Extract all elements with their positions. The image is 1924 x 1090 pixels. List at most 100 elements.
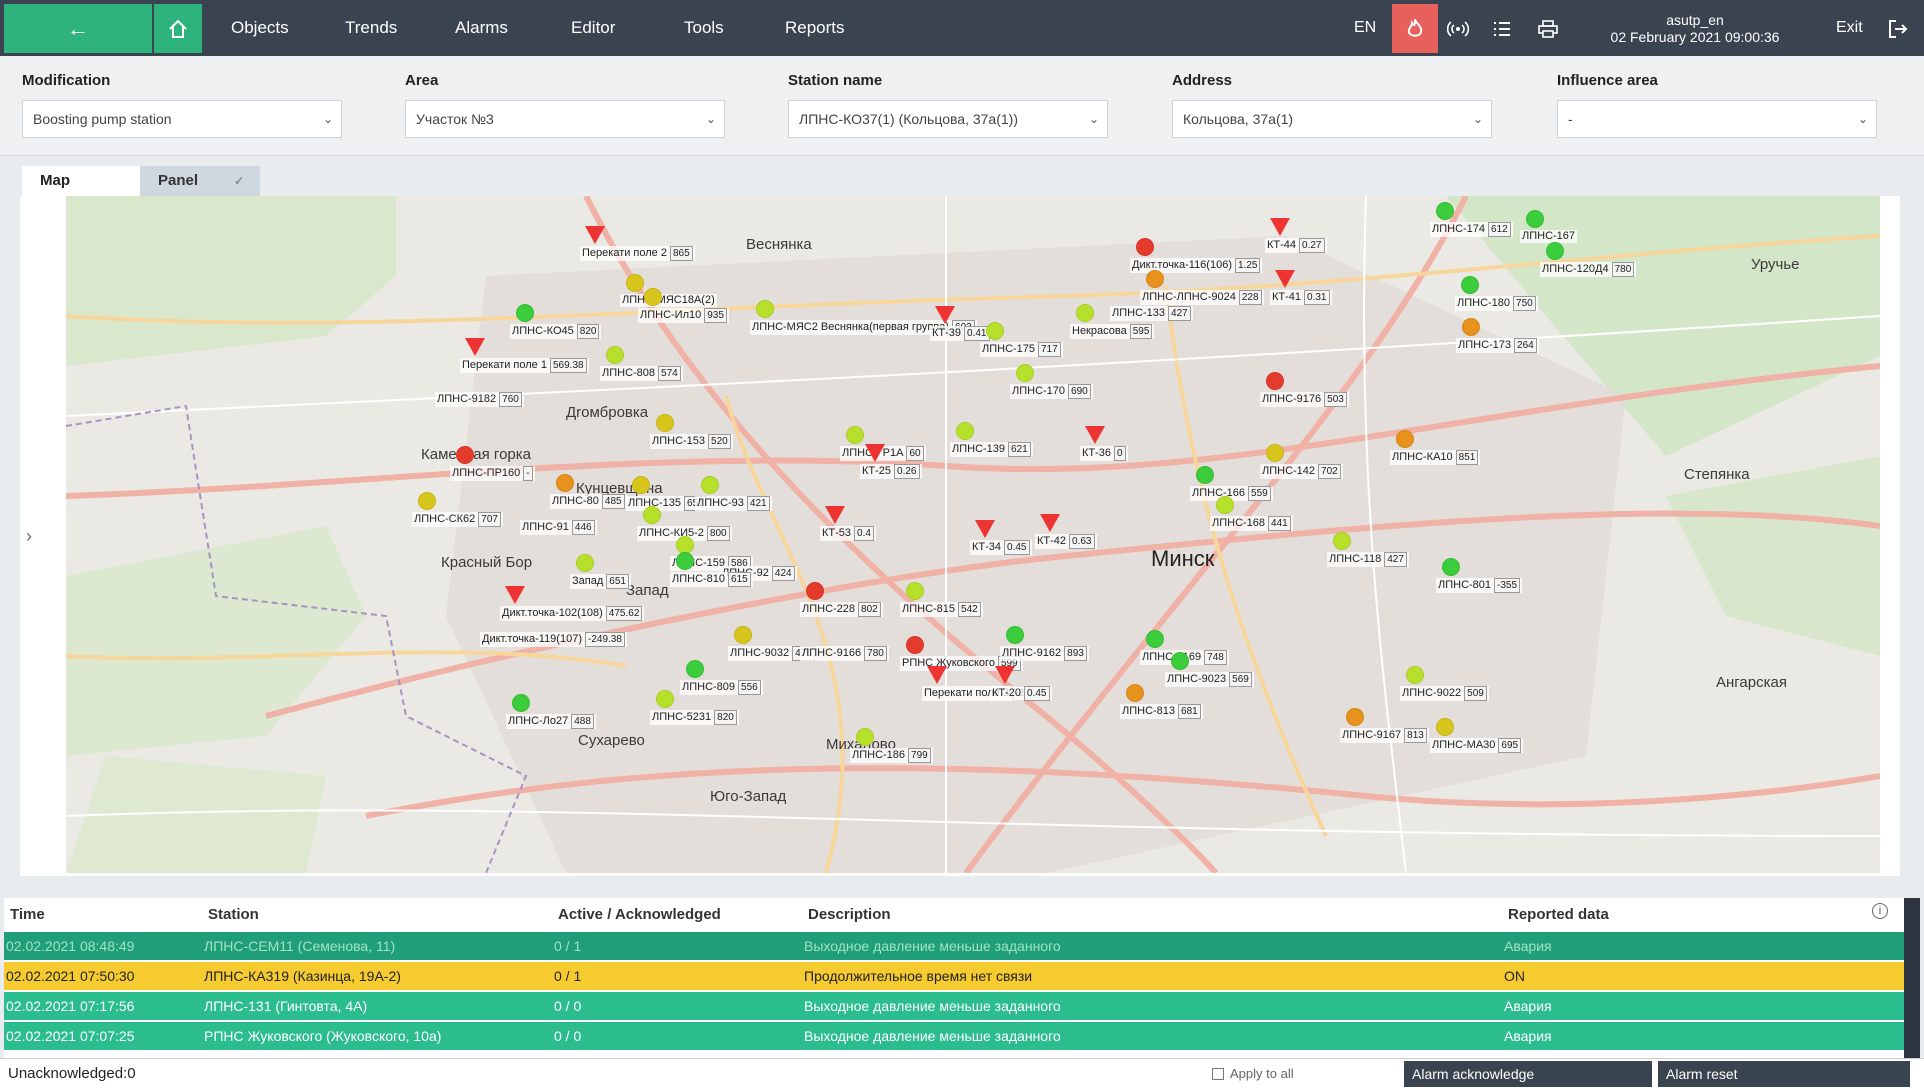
station-marker-icon[interactable] bbox=[1146, 630, 1164, 648]
station-marker-icon[interactable] bbox=[806, 582, 824, 600]
control-point-marker-icon[interactable] bbox=[1085, 426, 1105, 444]
station-label[interactable]: ЛПНС-809 556 bbox=[680, 680, 763, 695]
station-marker-icon[interactable] bbox=[606, 346, 624, 364]
station-marker-icon[interactable] bbox=[906, 636, 924, 654]
station-marker-icon[interactable] bbox=[986, 322, 1004, 340]
control-point-marker-icon[interactable] bbox=[935, 306, 955, 324]
station-label[interactable]: КТ-42 0.63 bbox=[1035, 534, 1097, 549]
station-marker-icon[interactable] bbox=[846, 426, 864, 444]
station-marker-icon[interactable] bbox=[1546, 242, 1564, 260]
chevron-right-icon[interactable]: › bbox=[26, 526, 32, 547]
station-label[interactable]: ЛПНС-186 799 bbox=[850, 748, 933, 763]
control-point-marker-icon[interactable] bbox=[1275, 270, 1295, 288]
station-label[interactable]: ЛПНС-801 -355 bbox=[1436, 578, 1523, 593]
station-label[interactable]: ЛПНС-КО45 820 bbox=[510, 324, 602, 339]
station-label[interactable]: ЛПНС-СК62 707 bbox=[412, 512, 503, 527]
station-marker-icon[interactable] bbox=[1266, 372, 1284, 390]
station-label[interactable]: КТ-53 0.4 bbox=[820, 526, 876, 541]
nav-reports[interactable]: Reports bbox=[785, 0, 845, 56]
station-label[interactable]: КТ-20 0.45 bbox=[990, 686, 1052, 701]
station-marker-icon[interactable] bbox=[756, 300, 774, 318]
station-label[interactable]: КТ-44 0.27 bbox=[1265, 238, 1327, 253]
station-marker-icon[interactable] bbox=[1436, 718, 1454, 736]
station-marker-icon[interactable] bbox=[1006, 626, 1024, 644]
control-point-marker-icon[interactable] bbox=[465, 338, 485, 356]
station-marker-icon[interactable] bbox=[456, 446, 474, 464]
station-marker-icon[interactable] bbox=[644, 288, 662, 306]
station-label[interactable]: Некрасова 595 bbox=[1070, 324, 1155, 339]
address-select[interactable]: Кольцова, 37а(1) ⌄ bbox=[1172, 100, 1492, 138]
station-label[interactable]: ЛПНС-133 427 bbox=[1110, 306, 1193, 321]
control-point-marker-icon[interactable] bbox=[1040, 514, 1060, 532]
station-marker-icon[interactable] bbox=[632, 476, 650, 494]
station-marker-icon[interactable] bbox=[656, 414, 674, 432]
station-marker-icon[interactable] bbox=[1442, 558, 1460, 576]
station-marker-icon[interactable] bbox=[418, 492, 436, 510]
station-label[interactable]: ЛПНС-КА10 851 bbox=[1390, 450, 1481, 465]
back-button[interactable]: ← bbox=[4, 4, 152, 53]
station-label[interactable]: ЛПНС-9167 813 bbox=[1340, 728, 1429, 743]
apply-to-all-checkbox[interactable]: Apply to all bbox=[1212, 1066, 1294, 1081]
station-label[interactable]: ЛПНС-ЛПНС-9024 228 bbox=[1140, 290, 1264, 305]
station-label[interactable]: КТ-25 0.26 bbox=[860, 464, 922, 479]
station-marker-icon[interactable] bbox=[1136, 238, 1154, 256]
home-button[interactable] bbox=[154, 4, 202, 53]
station-marker-icon[interactable] bbox=[956, 422, 974, 440]
station-marker-icon[interactable] bbox=[656, 690, 674, 708]
station-label[interactable]: ЛПНС-80 485 bbox=[550, 494, 627, 509]
station-label[interactable]: ЛПНС-808 574 bbox=[600, 366, 683, 381]
station-marker-icon[interactable] bbox=[512, 694, 530, 712]
station-label[interactable]: ЛПНС-175 717 bbox=[980, 342, 1063, 357]
station-marker-icon[interactable] bbox=[1171, 652, 1189, 670]
station-marker-icon[interactable] bbox=[1126, 684, 1144, 702]
tab-panel[interactable]: Panel ✓ bbox=[140, 166, 260, 196]
info-icon[interactable]: i bbox=[1872, 903, 1888, 919]
signal-button[interactable] bbox=[1438, 4, 1478, 53]
column-header-reported-data[interactable]: Reported data bbox=[1508, 906, 1609, 923]
station-label[interactable]: КТ-36 0 bbox=[1080, 446, 1128, 461]
station-label[interactable]: ЛПНС-228 802 bbox=[800, 602, 883, 617]
station-marker-icon[interactable] bbox=[556, 474, 574, 492]
control-point-marker-icon[interactable] bbox=[975, 520, 995, 538]
station-label[interactable]: КТ-34 0.45 bbox=[970, 540, 1032, 555]
table-row[interactable]: 02.02.2021 08:48:49 ЛПНС-СЕМ11 (Семенова,… bbox=[4, 932, 1908, 961]
station-marker-icon[interactable] bbox=[1076, 304, 1094, 322]
column-header-active[interactable]: Active / Acknowledged bbox=[558, 906, 721, 923]
station-label[interactable]: ЛПНС-91 446 bbox=[520, 520, 597, 535]
station-label[interactable]: ЛПНС-Ил10 935 bbox=[638, 308, 729, 323]
modification-select[interactable]: Boosting pump station ⌄ bbox=[22, 100, 342, 138]
station-label[interactable]: ЛПНС-МА30 695 bbox=[1430, 738, 1524, 753]
column-header-time[interactable]: Time bbox=[10, 906, 45, 923]
station-label[interactable]: Перекати поле 2 865 bbox=[580, 246, 695, 261]
station-marker-icon[interactable] bbox=[1146, 270, 1164, 288]
station-marker-icon[interactable] bbox=[734, 626, 752, 644]
station-marker-icon[interactable] bbox=[1266, 444, 1284, 462]
map-canvas[interactable]: Веснянка Дrомбровка Каменная горка Кунце… bbox=[66, 196, 1880, 873]
station-label[interactable]: ЛПНС-120Д4 780 bbox=[1540, 262, 1637, 277]
station-label[interactable]: КТ-39 0.41 bbox=[930, 326, 992, 341]
control-point-marker-icon[interactable] bbox=[927, 666, 947, 684]
list-button[interactable] bbox=[1482, 4, 1522, 53]
nav-objects[interactable]: Objects bbox=[231, 0, 289, 56]
table-row[interactable]: 02.02.2021 07:07:25 РПНС Жуковского (Жуко… bbox=[4, 1022, 1908, 1051]
checkbox-icon[interactable] bbox=[1212, 1067, 1224, 1080]
station-label[interactable]: ЛПНС-9176 503 bbox=[1260, 392, 1349, 407]
station-label[interactable]: ЛПНС-9162 893 bbox=[1000, 646, 1089, 661]
station-label[interactable]: ЛПНС-142 702 bbox=[1260, 464, 1343, 479]
station-label[interactable]: ЛПНС-93 421 bbox=[695, 496, 772, 511]
language-switch[interactable]: EN bbox=[1354, 0, 1376, 56]
column-header-station[interactable]: Station bbox=[208, 906, 259, 923]
station-label[interactable]: ЛПНС-170 690 bbox=[1010, 384, 1093, 399]
station-label[interactable]: ЛПНС-810 615 bbox=[670, 572, 753, 587]
station-marker-icon[interactable] bbox=[1196, 466, 1214, 484]
nav-alarms[interactable]: Alarms bbox=[455, 0, 508, 56]
table-scrollbar[interactable] bbox=[1904, 898, 1920, 1058]
station-label[interactable]: ЛПНС-174 612 bbox=[1430, 222, 1513, 237]
station-label[interactable]: ЛПНС-ПР160- bbox=[450, 466, 535, 481]
station-marker-icon[interactable] bbox=[1016, 364, 1034, 382]
station-label[interactable]: Дикт.точка-119(107) -249.38 bbox=[480, 632, 627, 647]
logout-button[interactable] bbox=[1878, 4, 1918, 53]
control-point-marker-icon[interactable] bbox=[825, 506, 845, 524]
station-marker-icon[interactable] bbox=[906, 582, 924, 600]
station-marker-icon[interactable] bbox=[1346, 708, 1364, 726]
